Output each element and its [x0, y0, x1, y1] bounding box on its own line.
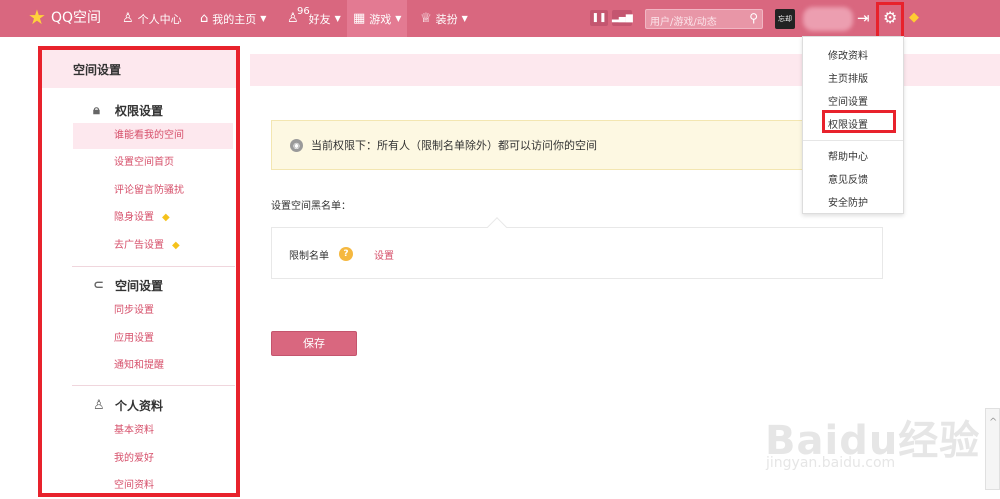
blacklist-label: 设置空间黑名单：	[271, 201, 351, 212]
top-navbar: ★ QQ空间 ♙ 个人中心 ⌂ 我的主页 ▼ ♙ 好友 ▼ 96 ▦ 游戏 ▼ …	[0, 0, 1000, 37]
signal-bars-button[interactable]: ▂▄▆	[612, 10, 633, 26]
puzzle-icon: ⊂	[93, 278, 104, 293]
home-icon: ⌂	[200, 11, 209, 26]
blacklist-panel	[271, 227, 883, 279]
sidebar-item-label: 隐身设置	[114, 212, 154, 223]
menu-item-feedback[interactable]: 意见反馈	[828, 171, 868, 186]
group-label: 空间设置	[115, 279, 164, 293]
sidebar-item-label: 应用设置	[114, 333, 154, 344]
sidebar-item-anti-harass[interactable]: 评论留言防骚扰	[73, 178, 233, 204]
nav-personal-center[interactable]: ♙ 个人中心	[122, 0, 182, 37]
diamond-icon: ◆	[162, 212, 170, 223]
menu-item-space-settings[interactable]: 空间设置	[828, 93, 868, 108]
sidebar-item-label: 我的爱好	[114, 453, 154, 464]
search-box: ⚲	[645, 9, 763, 32]
sidebar-group-permission: 🔒︎ 权限设置	[93, 102, 163, 119]
chevron-down-icon: ▼	[461, 14, 468, 23]
nav-my-homepage[interactable]: ⌂ 我的主页 ▼	[200, 0, 266, 37]
sidebar-item-sync[interactable]: 同步设置	[73, 298, 233, 324]
qzone-logo[interactable]: ★ QQ空间	[28, 7, 101, 27]
nav-friends[interactable]: ♙ 好友 ▼	[287, 0, 341, 37]
side-feedback-tab[interactable]: ^	[985, 408, 1000, 490]
notice-text: 当前权限下：所有人（限制名单除外）都可以访问你的空间	[311, 139, 597, 152]
nav-games[interactable]: ▦ 游戏 ▼	[347, 0, 408, 37]
menu-item-edit-profile[interactable]: 修改资料	[828, 47, 868, 62]
nav-label: 好友	[308, 12, 331, 26]
sidebar-item-homepage[interactable]: 设置空间首页	[73, 150, 233, 176]
sidebar-item-notifications[interactable]: 通知和提醒	[73, 353, 233, 379]
permission-notice: ◉ 当前权限下：所有人（限制名单除外）都可以访问你的空间	[271, 120, 881, 170]
sidebar-item-invisible[interactable]: 隐身设置 ◆	[73, 205, 233, 231]
help-icon[interactable]: ?	[339, 247, 353, 261]
divider	[72, 266, 235, 267]
sidebar-item-no-ads[interactable]: 去广告设置 ◆	[73, 233, 233, 259]
sidebar-title: 空间设置	[42, 50, 236, 88]
logout-icon[interactable]: ⇥	[857, 9, 870, 27]
profile-icon: ♙	[93, 398, 105, 413]
sidebar-item-hobbies[interactable]: 我的爱好	[73, 446, 233, 472]
sidebar-item-label: 空间资料	[114, 480, 154, 491]
nav-label: 个人中心	[137, 12, 182, 26]
star-logo-icon: ★	[28, 5, 46, 29]
chevron-up-icon: ^	[989, 417, 998, 428]
sidebar-item-label: 谁能看我的空间	[114, 130, 184, 141]
menu-item-layout[interactable]: 主页排版	[828, 70, 868, 85]
restrict-set-link[interactable]: 设置	[374, 247, 394, 262]
avatar[interactable]: 忘却	[775, 9, 795, 29]
lock-icon: 🔒︎	[93, 103, 100, 118]
restrict-list-label: 限制名单	[289, 251, 329, 262]
sidebar-item-apps[interactable]: 应用设置	[73, 326, 233, 352]
save-button[interactable]: 保存	[271, 331, 357, 356]
chevron-down-icon: ▼	[260, 14, 267, 23]
nav-label: 装扮	[435, 12, 458, 26]
nav-decorate[interactable]: ♕ 装扮 ▼	[420, 0, 468, 37]
sidebar-item-basic-info[interactable]: 基本资料	[73, 418, 233, 444]
menu-divider	[803, 140, 903, 141]
menu-item-help[interactable]: 帮助中心	[828, 148, 868, 163]
grid-icon: ▦	[353, 11, 366, 26]
diamond-icon[interactable]: ◆	[909, 10, 919, 25]
chevron-down-icon: ▼	[334, 14, 341, 23]
sidebar-item-label: 设置空间首页	[114, 157, 174, 168]
pause-music-button[interactable]: ❚❚	[590, 10, 608, 26]
person-icon: ♙	[122, 11, 134, 26]
sidebar-group-space: ⊂ 空间设置	[93, 277, 163, 294]
friends-count-badge: 96	[297, 6, 310, 17]
sidebar-group-profile: ♙ 个人资料	[93, 397, 163, 414]
sidebar-item-space-info[interactable]: 空间资料	[73, 473, 233, 499]
menu-item-security[interactable]: 安全防护	[828, 194, 868, 209]
diamond-icon: ◆	[172, 240, 180, 251]
globe-icon: ◉	[290, 138, 303, 152]
nav-label: 游戏	[369, 12, 392, 26]
sidebar-item-who-can-see[interactable]: 谁能看我的空间	[73, 123, 233, 149]
username-blurred[interactable]	[803, 7, 853, 31]
group-label: 权限设置	[115, 104, 164, 118]
nav-label: 我的主页	[212, 12, 257, 26]
logo-text: QQ空间	[51, 10, 102, 26]
sidebar-item-label: 通知和提醒	[114, 360, 164, 371]
sidebar-item-label: 评论留言防骚扰	[114, 185, 184, 196]
permission-highlight-box	[822, 110, 896, 133]
sidebar-item-label: 同步设置	[114, 305, 154, 316]
sidebar-item-label: 去广告设置	[114, 240, 164, 251]
sidebar-item-label: 基本资料	[114, 425, 154, 436]
search-input[interactable]	[646, 13, 741, 32]
watermark-url: jingyan.baidu.com	[766, 455, 896, 471]
divider	[72, 385, 235, 386]
chevron-down-icon: ▼	[395, 14, 402, 23]
tshirt-icon: ♕	[420, 11, 432, 26]
group-label: 个人资料	[115, 399, 164, 413]
search-icon[interactable]: ⚲	[749, 11, 758, 25]
